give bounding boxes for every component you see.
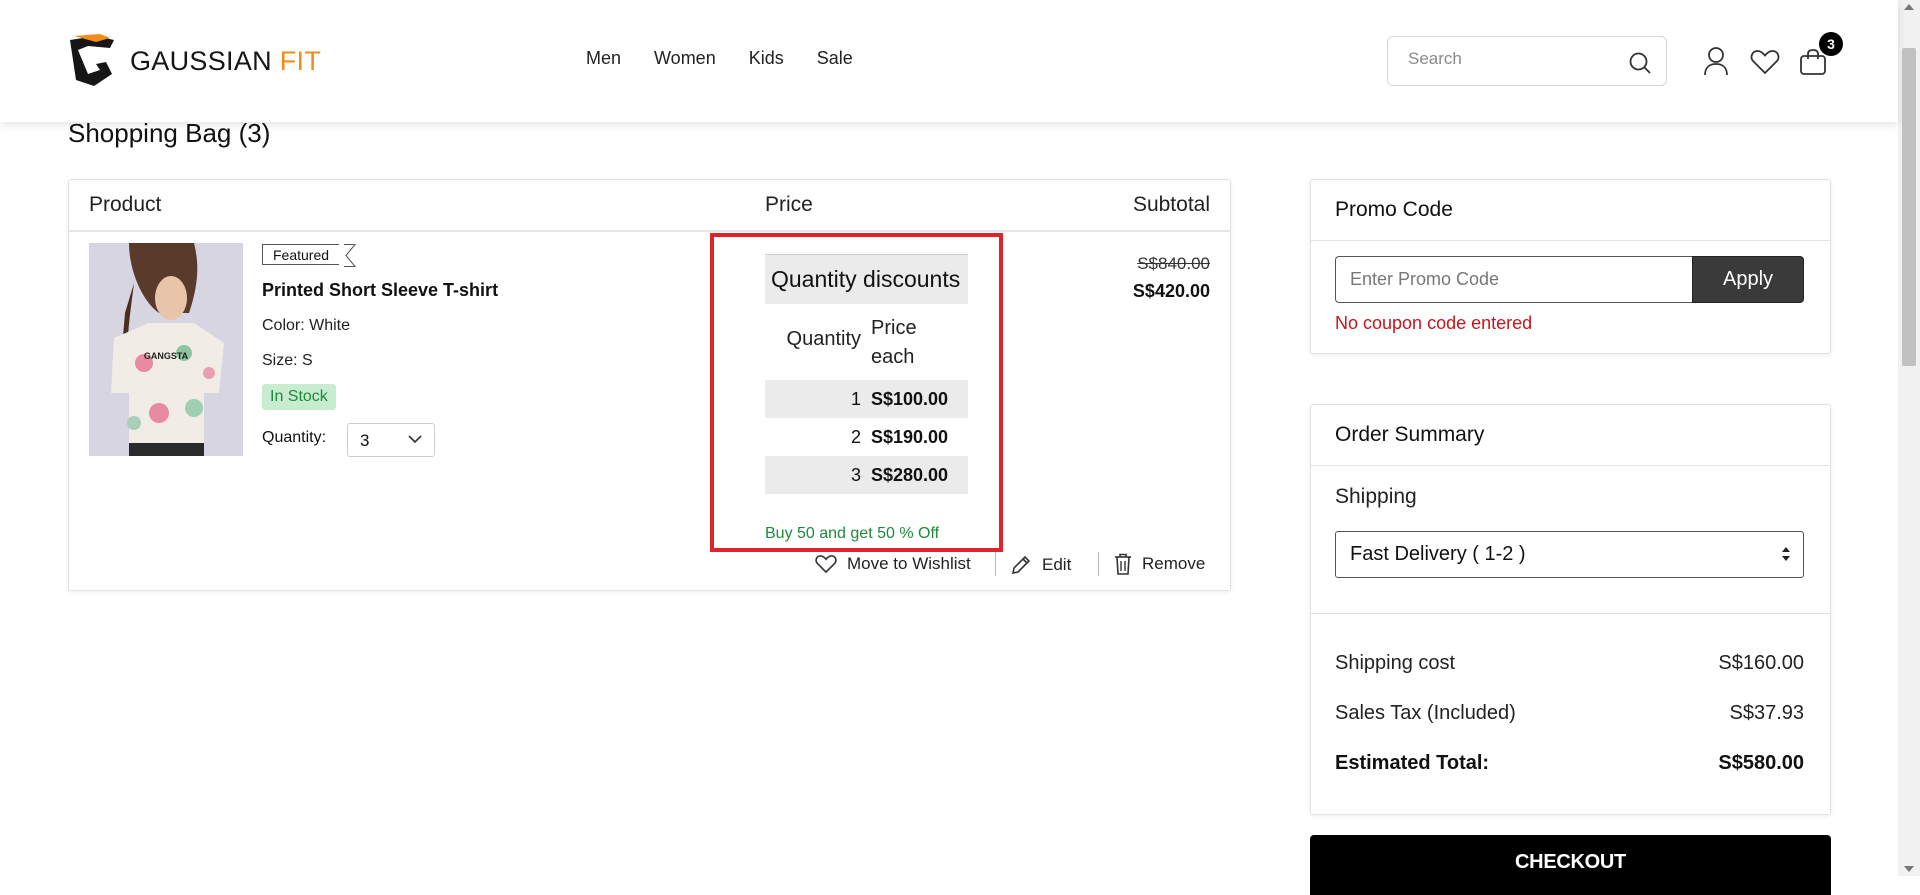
product-size: Size: S: [262, 352, 313, 369]
promo-error-message: No coupon code entered: [1335, 313, 1533, 333]
scroll-down-arrow-icon[interactable]: [1904, 866, 1914, 872]
trash-icon: [1115, 553, 1131, 575]
qd-row: 2 S$190.00: [765, 418, 968, 456]
brand-logo-icon: [70, 34, 114, 86]
product-image[interactable]: GANGSTA: [89, 243, 243, 456]
cart-count-badge: 3: [1819, 32, 1843, 56]
order-summary-title: Order Summary: [1311, 405, 1830, 466]
user-icon[interactable]: [1703, 46, 1729, 81]
ribbon-tail-icon: [344, 244, 356, 267]
stock-status-badge: In Stock: [262, 384, 336, 410]
select-updown-icon: [1782, 547, 1790, 561]
qd-row-qty: 2: [850, 426, 861, 447]
qd-row-price: S$100.00: [871, 388, 949, 409]
summary-divider: [1311, 613, 1830, 614]
quantity-select[interactable]: 3: [347, 423, 435, 457]
page-scrollbar[interactable]: [1898, 0, 1920, 876]
heart-icon[interactable]: [1750, 49, 1780, 80]
search-icon[interactable]: [1628, 51, 1652, 80]
cart-table: Product Price Subtotal GANGSTA Featured …: [68, 179, 1231, 591]
column-price: Price: [765, 193, 813, 216]
promo-code-input[interactable]: [1335, 256, 1692, 303]
brand-name: GAUSSIAN FIT: [130, 45, 322, 76]
scroll-up-arrow-icon[interactable]: [1904, 4, 1914, 10]
product-name[interactable]: Printed Short Sleeve T-shirt: [262, 280, 498, 301]
quantity-value: 3: [360, 431, 370, 450]
qd-row: 1 S$100.00: [765, 380, 968, 418]
original-price: S$840.00: [1137, 254, 1210, 273]
shipping-method-select[interactable]: Fast Delivery ( 1-2 ): [1335, 531, 1804, 578]
nav-item-sale[interactable]: Sale: [817, 48, 853, 69]
remove-button[interactable]: Remove: [1114, 553, 1205, 575]
shipping-label: Shipping: [1335, 485, 1417, 508]
qd-header-price: Price each: [871, 317, 917, 368]
shipping-method-value: Fast Delivery ( 1-2 ): [1350, 543, 1526, 565]
main-nav: Men Women Kids Sale: [586, 48, 853, 69]
nav-item-kids[interactable]: Kids: [749, 48, 784, 69]
qd-row-price: S$280.00: [871, 464, 949, 485]
quantity-discounts-title: Quantity discounts: [765, 254, 968, 304]
apply-promo-button[interactable]: Apply: [1692, 256, 1804, 303]
discount-note: Buy 50 and get 50 % Off: [765, 525, 940, 542]
shipping-cost-value: S$160.00: [1718, 652, 1804, 674]
search-box: [1387, 36, 1667, 86]
quantity-discounts-table: Quantity discounts Quantity Price each 1 …: [765, 254, 968, 494]
quantity-discounts-header: Quantity Price each: [765, 304, 968, 380]
cart-header-row: Product Price Subtotal: [69, 180, 1230, 232]
move-to-wishlist-label: Move to Wishlist: [847, 554, 971, 573]
edit-button[interactable]: Edit: [1010, 554, 1071, 576]
edit-label: Edit: [1042, 555, 1072, 574]
promo-code-panel: Promo Code Apply No coupon code entered: [1310, 179, 1831, 354]
order-summary-panel: Order Summary Shipping Fast Delivery ( 1…: [1310, 404, 1831, 815]
shipping-cost-label: Shipping cost: [1335, 652, 1456, 674]
sales-tax-value: S$37.93: [1729, 702, 1804, 724]
action-divider: [1098, 552, 1099, 576]
promo-code-title: Promo Code: [1311, 180, 1830, 241]
product-color: Color: White: [262, 317, 351, 334]
pencil-icon: [1011, 555, 1031, 575]
nav-item-men[interactable]: Men: [586, 48, 621, 69]
move-to-wishlist-button[interactable]: Move to Wishlist: [815, 554, 971, 574]
estimated-total-value: S$580.00: [1718, 752, 1804, 774]
estimated-total-label: Estimated Total:: [1335, 752, 1490, 774]
featured-badge: Featured: [262, 244, 340, 265]
chevron-down-icon: [408, 435, 422, 444]
nav-item-women[interactable]: Women: [654, 48, 716, 69]
shirt-print-text: GANGSTA: [144, 351, 189, 361]
search-input[interactable]: [1408, 49, 1608, 69]
column-subtotal: Subtotal: [1132, 193, 1210, 216]
qd-row-price: S$190.00: [871, 426, 949, 447]
qd-row-qty: 3: [850, 464, 861, 485]
quantity-label: Quantity:: [262, 429, 327, 446]
sales-tax-row: Sales Tax (Included) S$37.93: [1335, 702, 1804, 725]
checkout-button[interactable]: CHECKOUT: [1310, 835, 1831, 895]
shipping-cost-row: Shipping cost S$160.00: [1335, 652, 1804, 675]
remove-label: Remove: [1142, 554, 1206, 573]
qd-row: 3 S$280.00: [765, 456, 968, 494]
site-header: GAUSSIAN FIT Men Women Kids Sale 3: [0, 0, 1898, 122]
brand-logo[interactable]: GAUSSIAN FIT: [66, 34, 321, 88]
action-divider: [995, 552, 996, 576]
column-product: Product: [89, 193, 162, 216]
heart-icon: [815, 555, 837, 574]
page-title: Shopping Bag (3): [68, 118, 271, 148]
qd-row-qty: 1: [850, 388, 861, 409]
item-subtotal: S$420.00: [1132, 281, 1210, 301]
qd-header-quantity: Quantity: [786, 328, 861, 350]
estimated-total-row: Estimated Total: S$580.00: [1335, 752, 1804, 775]
sales-tax-label: Sales Tax (Included): [1335, 702, 1516, 724]
scroll-thumb[interactable]: [1902, 48, 1916, 366]
